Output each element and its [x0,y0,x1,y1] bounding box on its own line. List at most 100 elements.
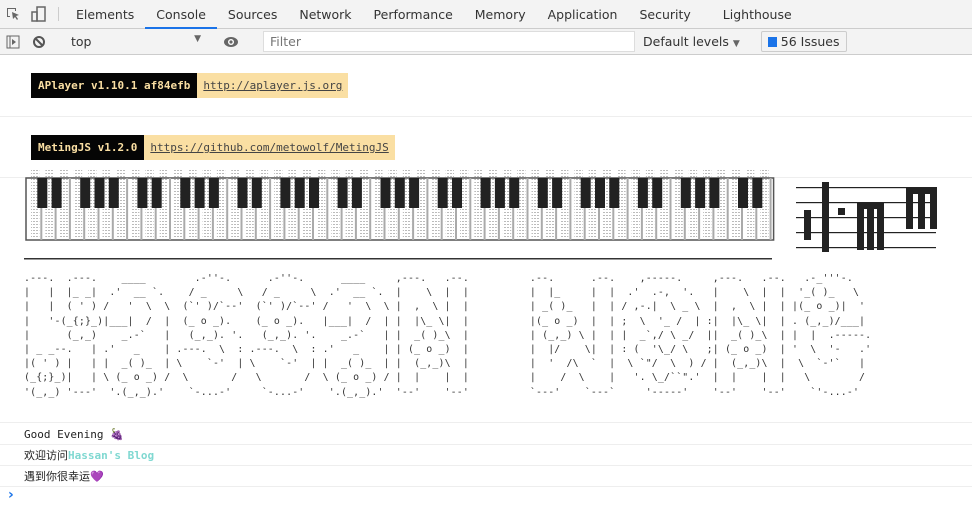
live-expression-eye-icon[interactable] [218,36,244,48]
inspect-element-icon[interactable] [0,0,26,28]
tab-security[interactable]: Security [628,0,701,28]
staff-line [796,247,936,249]
tab-performance[interactable]: Performance [363,0,464,28]
purple-heart-emoji-icon: 💜 [90,469,104,483]
aplayer-link[interactable]: http://aplayer.js.org [203,79,342,92]
underline [24,258,772,260]
key-divider [269,178,272,240]
black-key [208,178,219,208]
note-block [822,182,829,252]
black-key [137,178,148,208]
black-key [237,178,248,208]
staff-line [796,232,936,234]
staff-line [796,217,936,219]
prompt-chevron-icon: › [8,487,14,503]
tab-lighthouse[interactable]: Lighthouse [712,0,803,28]
black-key [80,178,91,208]
key-divider [326,178,329,240]
meting-link[interactable]: https://github.com/metowolf/MetingJS [150,141,388,154]
black-key [108,178,119,208]
black-key [509,178,520,208]
key-divider [469,178,472,240]
black-key [37,178,48,208]
black-key [294,178,305,208]
black-key [180,178,191,208]
devtools-tabbar: Elements Console Sources Network Performance… [0,0,972,29]
message-text: 欢迎访问 [24,449,68,462]
black-key [480,178,491,208]
issues-button[interactable]: 56 Issues [760,31,847,52]
console-message-aplayer: APlayer v1.10.1 af84efb http://aplayer.j… [0,55,972,117]
black-key [537,178,548,208]
black-key [452,178,462,208]
filter-input[interactable] [263,31,635,52]
black-key [351,178,362,208]
black-key [251,178,262,208]
message-text: 遇到你很幸运 [24,470,90,483]
issues-icon [767,36,777,47]
key-divider [226,178,229,240]
black-key [194,178,205,208]
key-divider [68,178,71,240]
black-key [680,178,691,208]
black-key [637,178,648,208]
log-levels-dropdown[interactable]: Default levels ▼ [643,34,740,49]
device-toolbar-icon[interactable] [26,0,52,28]
black-key [151,178,162,208]
piano-art [24,170,937,260]
black-key [51,178,62,208]
note-block [838,208,845,215]
key-divider [626,178,629,240]
black-key [380,178,391,208]
levels-label: Default levels [643,34,729,49]
console-toolbar: top ▼ Default levels ▼ 56 Issues [0,29,972,55]
black-key [609,178,620,208]
grapes-emoji-icon: 🍇 [110,427,124,441]
tab-network[interactable]: Network [288,0,362,28]
message-text: Good Evening [24,427,111,441]
black-key [595,178,605,208]
blog-name: Hassan's Blog [68,448,155,462]
tab-elements[interactable]: Elements [65,0,145,28]
black-key [437,178,448,208]
meting-version: MetingJS v1.2.0 [31,135,145,160]
black-key [309,178,319,208]
note-beam [906,187,937,194]
sidebar-toggle-icon[interactable] [0,35,26,49]
black-key [394,178,405,208]
note-beam [857,202,884,209]
note-block [857,202,864,250]
issues-count: 56 Issues [780,34,840,49]
key-divider [726,178,729,240]
key-divider [669,178,672,240]
tab-console[interactable]: Console [145,0,217,29]
note-block [867,202,874,250]
context-value: top [71,34,92,49]
tab-sources[interactable]: Sources [217,0,288,28]
black-key [280,178,291,208]
console-message: 欢迎访问 Hassan's Blog [0,445,972,466]
meting-badge: MetingJS v1.2.0 https://github.com/metow… [31,135,395,160]
key-divider [169,178,171,240]
tab-application[interactable]: Application [537,0,629,28]
key-divider [769,178,772,240]
aplayer-version: APlayer v1.10.1 af84efb [31,73,198,98]
black-key [337,178,348,208]
key-divider [526,178,529,240]
key-divider [126,178,129,240]
context-selector[interactable]: top ▼ [65,34,205,49]
tab-memory[interactable]: Memory [464,0,537,28]
note-block [877,202,884,250]
black-key [494,178,505,208]
console-message-meting: MetingJS v1.2.0 https://github.com/metow… [0,117,972,178]
dropdown-arrow-icon: ▼ [732,39,740,49]
console-prompt[interactable]: › [0,487,972,507]
black-key [580,178,591,208]
black-key [409,178,420,208]
black-key [695,178,706,208]
black-key [738,178,748,208]
key-divider [369,178,372,240]
black-key [94,178,105,208]
dropdown-arrow-icon: ▼ [194,34,201,44]
clear-console-icon[interactable] [26,35,52,49]
